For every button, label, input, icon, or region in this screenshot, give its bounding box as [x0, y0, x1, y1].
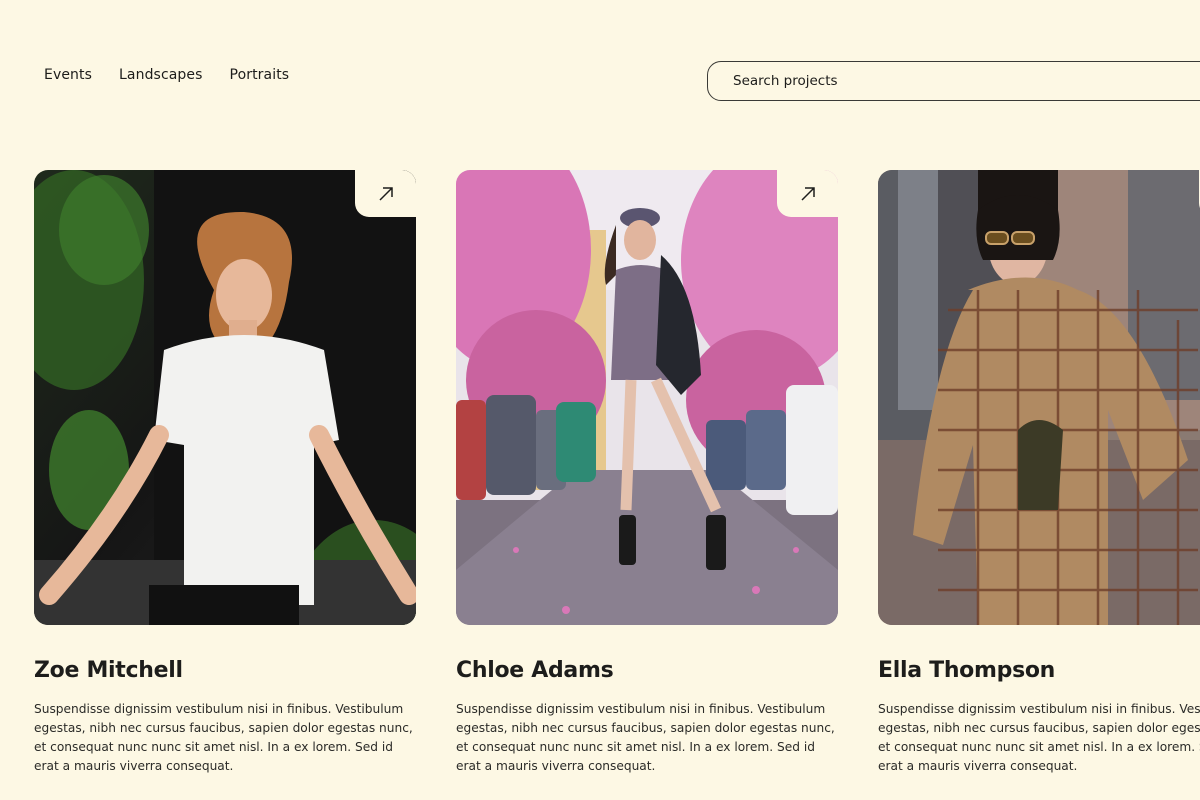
project-photo[interactable] [456, 170, 838, 625]
project-title[interactable]: Chloe Adams [456, 658, 614, 683]
project-description: Suspendisse dignissim vestibulum nisi in… [878, 702, 1200, 773]
portrait-photo-ella [878, 170, 1200, 625]
open-project-button[interactable] [355, 170, 416, 217]
project-card[interactable]: Zoe Mitchell Suspendisse dignissim vesti… [34, 170, 416, 773]
project-card[interactable]: Chloe Adams Suspendisse dignissim vestib… [456, 170, 838, 773]
project-title[interactable]: Ella Thompson [878, 658, 1055, 683]
portrait-photo-zoe [34, 170, 416, 625]
portfolio-page: Events Landscapes Portraits Search proje… [0, 0, 1200, 800]
project-description: Suspendisse dignissim vestibulum nisi in… [34, 702, 413, 773]
project-photo[interactable] [34, 170, 416, 625]
open-project-button[interactable] [777, 170, 838, 217]
portrait-photo-chloe [456, 170, 838, 625]
arrow-up-right-icon [800, 186, 815, 201]
arrow-up-right-icon [378, 186, 393, 201]
search-input[interactable] [733, 73, 1133, 89]
nav-item-portraits[interactable]: Portraits [230, 67, 290, 83]
nav-item-events[interactable]: Events [44, 67, 92, 83]
project-title[interactable]: Zoe Mitchell [34, 658, 183, 683]
project-description: Suspendisse dignissim vestibulum nisi in… [456, 702, 835, 773]
project-photo[interactable] [878, 170, 1200, 625]
nav-item-landscapes[interactable]: Landscapes [119, 67, 203, 83]
category-nav: Events Landscapes Portraits [44, 67, 289, 83]
project-card[interactable]: Ella Thompson Suspendisse dignissim vest… [878, 170, 1200, 773]
search-box[interactable] [707, 61, 1200, 101]
